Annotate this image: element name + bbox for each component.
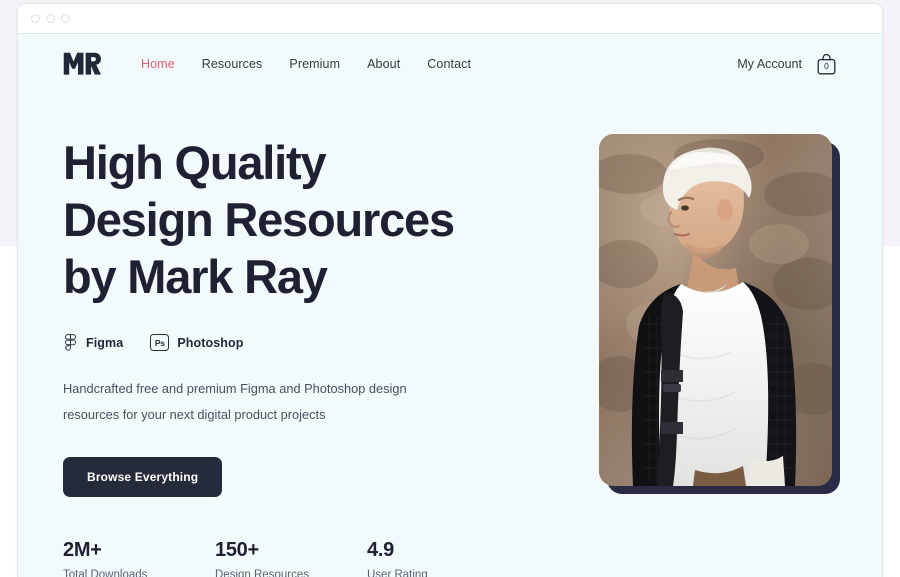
browse-everything-button[interactable]: Browse Everything xyxy=(63,457,223,497)
site-logo-mr[interactable] xyxy=(63,52,101,76)
nav-item-contact[interactable]: Contact xyxy=(427,57,471,71)
page-viewport: Home Resources Premium About Contact My … xyxy=(18,34,882,577)
close-dot-icon[interactable] xyxy=(31,14,40,23)
badge-label-figma: Figma xyxy=(86,335,124,350)
minimize-dot-icon[interactable] xyxy=(46,14,55,23)
nav-item-about[interactable]: About xyxy=(367,57,400,71)
nav-item-home[interactable]: Home xyxy=(141,57,175,71)
portrait-illustration-icon xyxy=(599,134,832,486)
nav-item-premium[interactable]: Premium xyxy=(289,57,340,71)
figma-icon xyxy=(65,334,76,351)
stat-value: 150+ xyxy=(215,539,259,561)
hero-image-column xyxy=(599,134,854,577)
hero-copy-column: High Quality Design Resources by Mark Ra… xyxy=(63,134,573,577)
nav-actions: My Account 0 xyxy=(737,53,837,75)
site-navbar: Home Resources Premium About Contact My … xyxy=(18,36,882,92)
stat-label: Design Resources xyxy=(215,569,309,577)
stat-total-downloads: 2M+ Total Downloads xyxy=(63,539,215,577)
stat-label: User Rating xyxy=(367,569,428,577)
primary-nav: Home Resources Premium About Contact xyxy=(141,57,471,71)
nav-item-resources[interactable]: Resources xyxy=(202,57,263,71)
page-title: High Quality Design Resources by Mark Ra… xyxy=(63,136,455,303)
stat-user-rating: 4.9 User Rating xyxy=(367,539,519,577)
maximize-dot-icon[interactable] xyxy=(61,14,70,23)
badge-label-photoshop: Photoshop xyxy=(177,335,244,350)
hero-section: High Quality Design Resources by Mark Ra… xyxy=(18,92,882,577)
stat-value: 2M+ xyxy=(63,539,102,561)
photoshop-icon: Ps xyxy=(150,334,170,351)
hero-description: Handcrafted free and premium Figma and P… xyxy=(63,381,407,422)
browser-chrome-bar xyxy=(18,4,882,34)
stat-label: Total Downloads xyxy=(63,569,148,577)
stats-row: 2M+ Total Downloads 150+ Design Resource… xyxy=(63,539,573,577)
tool-badges: Figma Ps Photoshop xyxy=(63,334,573,351)
traffic-light-dots xyxy=(31,14,70,23)
stat-value: 4.9 xyxy=(367,539,394,561)
my-account-link[interactable]: My Account xyxy=(737,57,802,71)
stat-design-resources: 150+ Design Resources xyxy=(215,539,367,577)
cart-button[interactable]: 0 xyxy=(816,53,837,75)
browser-window: Home Resources Premium About Contact My … xyxy=(17,3,883,577)
cart-count-badge: 0 xyxy=(824,61,829,71)
hero-portrait-photo xyxy=(599,134,832,486)
logo-monogram-icon xyxy=(63,52,101,75)
badge-photoshop: Ps Photoshop xyxy=(150,334,243,351)
badge-figma: Figma xyxy=(63,334,123,351)
